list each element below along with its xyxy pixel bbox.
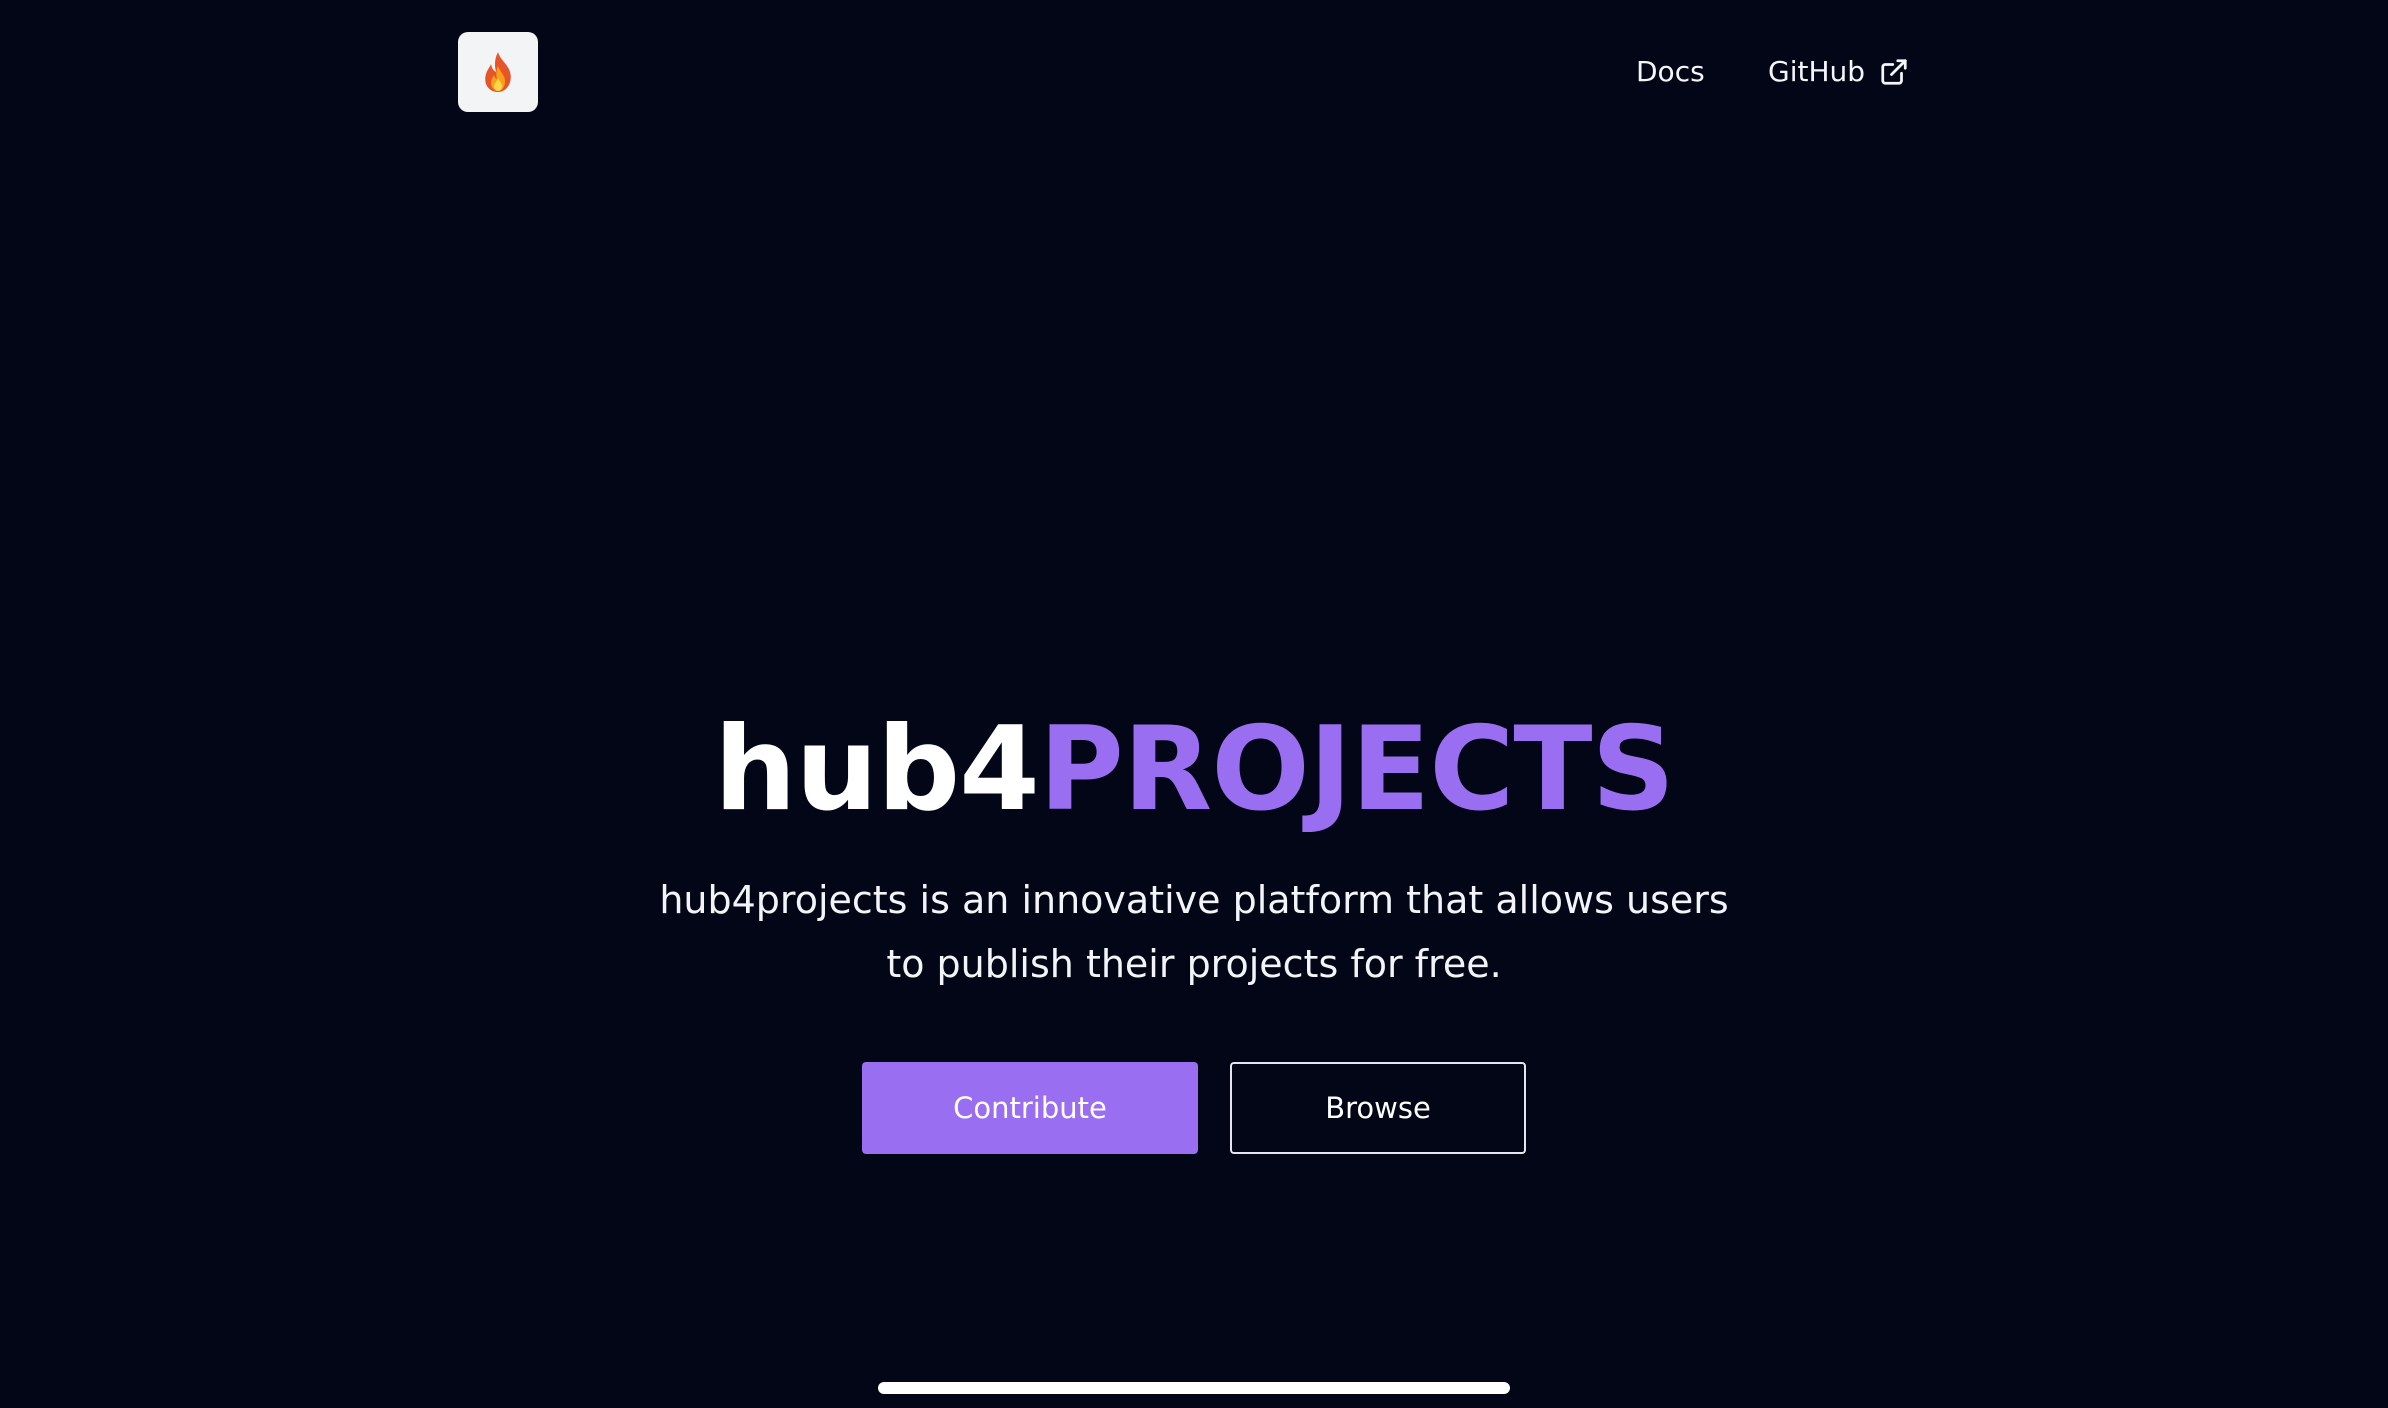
hero-title-highlight: PROJECTS xyxy=(1038,702,1675,837)
hero-title: hub4PROJECTS xyxy=(0,700,2388,840)
nav-github-label: GitHub xyxy=(1768,55,1866,88)
fire-icon xyxy=(478,50,518,94)
external-link-icon xyxy=(1879,57,1909,87)
home-indicator-bar xyxy=(878,1382,1510,1394)
home-logo-button[interactable] xyxy=(458,32,538,112)
nav-docs-link[interactable]: Docs xyxy=(1636,52,1705,92)
hero-subtitle: hub4projects is an innovative platform t… xyxy=(659,878,1729,986)
hero-title-brand: hub4 xyxy=(713,702,1040,837)
browse-button[interactable]: Browse xyxy=(1230,1062,1526,1154)
landing-page: Docs GitHub hub4PROJECTS hub4projects is… xyxy=(0,0,2388,1408)
nav-github-link[interactable]: GitHub xyxy=(1768,52,1909,92)
contribute-button[interactable]: Contribute xyxy=(862,1062,1198,1154)
